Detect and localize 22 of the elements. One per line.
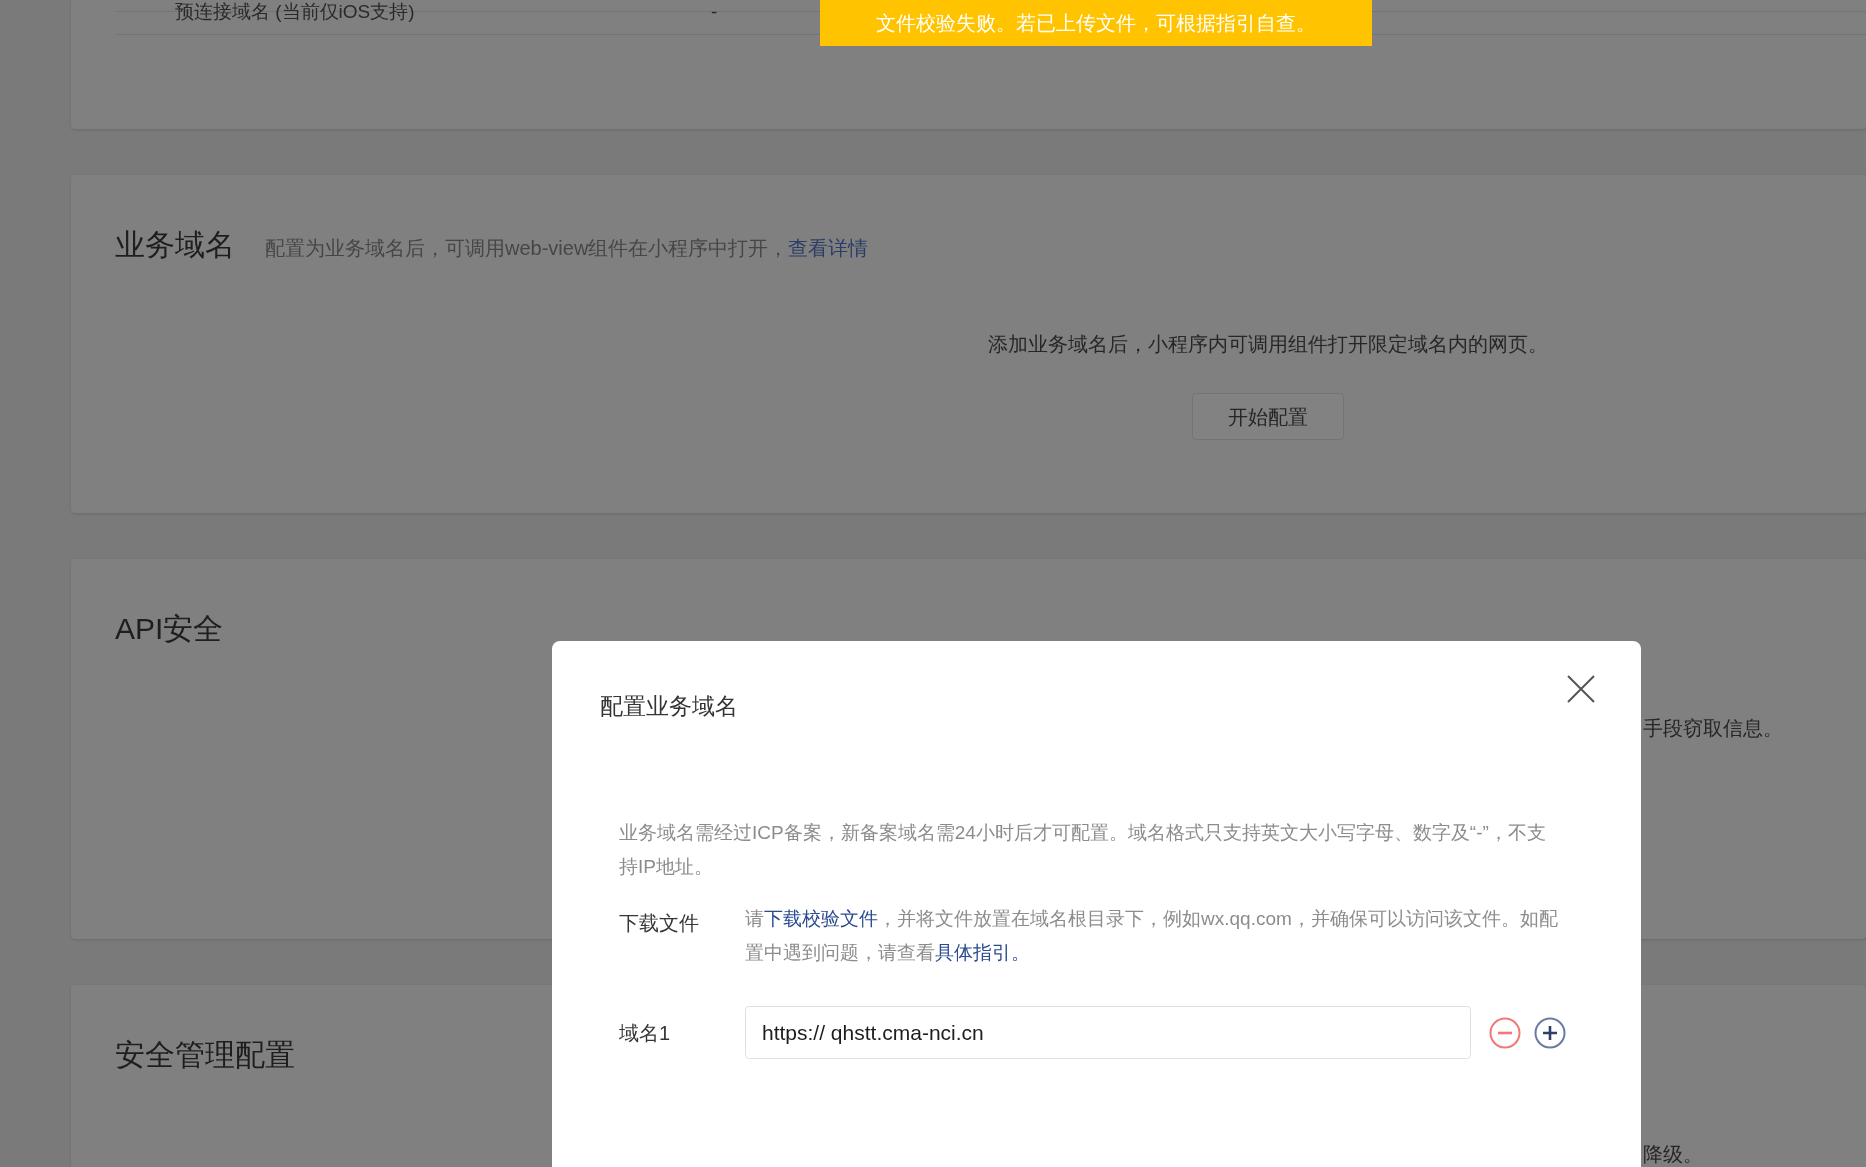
section-title: API安全 (115, 611, 225, 647)
section-text: 降级。 (1643, 1142, 1704, 1167)
link[interactable]: 下载校验文件 (764, 908, 878, 929)
remove-icon[interactable] (1489, 1016, 1521, 1049)
field-label: 下载文件 (619, 911, 700, 936)
close-icon[interactable] (1565, 673, 1597, 705)
download-instructions: 请下载校验文件，并将文件放置在域名根目录下，例如wx.qq.com，并确保可以访问该文件。如配置中遇到问题，请查看具体指引。 (745, 907, 1559, 965)
notice-text: 业务域名需经过ICP备案，新备案域名需24小时后才可配置。域名格式只支持英文大小写字母、数字及“-”，不支持IP地址。 (619, 821, 1547, 879)
domain-input[interactable]: https:// qhstt.cma-nci.cn (745, 1006, 1471, 1059)
start-config-button[interactable]: 开始配置 (1192, 393, 1344, 440)
dialog-title: 配置业务域名 (600, 692, 738, 721)
error-toast: 文件校验失败。若已上传文件，可根据指引自查。 (820, 0, 1372, 46)
empty-message: 添加业务域名后，小程序内可调用组件打开限定域名内的网页。 (988, 332, 1548, 357)
field-label: 预连接域名 (当前仅iOS支持) (175, 0, 416, 24)
field-label: 域名1 (619, 1020, 672, 1046)
section-text: 手段窃取信息。 (1643, 716, 1784, 741)
section-title: 安全管理配置 (115, 1037, 296, 1073)
section-description: 配置为业务域名后，可调用web-view组件在小程序中打开，查看详情 (265, 236, 869, 261)
field-value: - (711, 0, 718, 24)
section-title: 业务域名 (115, 227, 235, 263)
add-icon[interactable] (1534, 1016, 1566, 1049)
link[interactable]: 具体指引。 (935, 942, 1030, 963)
